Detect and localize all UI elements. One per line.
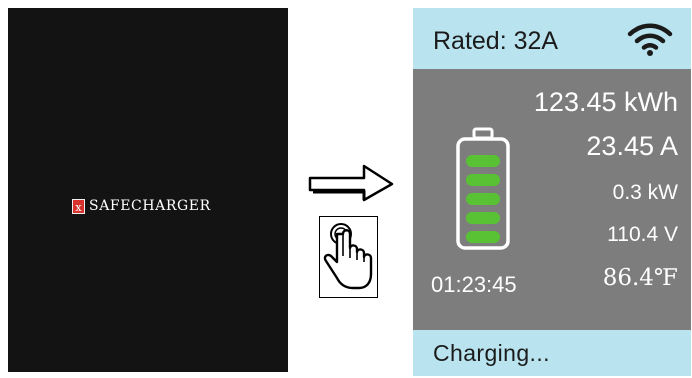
rated-current: Rated: 32A bbox=[433, 27, 559, 55]
battery-bar bbox=[466, 193, 500, 205]
current-reading: 23.45 A bbox=[586, 131, 678, 161]
elapsed-timer: 01:23:45 bbox=[431, 272, 517, 297]
battery-bars bbox=[466, 155, 500, 243]
voltage-reading: 110.4 V bbox=[607, 223, 678, 246]
brand-name: SAFECHARGER bbox=[89, 198, 211, 214]
battery-icon bbox=[456, 127, 510, 250]
brand-logo: x bbox=[72, 198, 85, 214]
readings-panel: 123.45 kWh 23.45 A 0.3 kW 110.4 V 86.4℉ … bbox=[413, 69, 691, 330]
splash-screen: x SAFECHARGER bbox=[8, 8, 288, 372]
brand: x SAFECHARGER bbox=[72, 198, 211, 214]
charging-screen: Rated: 32A 123.45 kWh 23.45 A 0.3 kW 110… bbox=[413, 8, 691, 376]
wifi-icon bbox=[627, 23, 673, 56]
temperature-reading: 86.4℉ bbox=[602, 265, 678, 291]
battery-bar bbox=[466, 155, 500, 167]
right-arrow-icon bbox=[308, 164, 394, 202]
battery-bar bbox=[466, 231, 500, 243]
battery-bar bbox=[466, 212, 500, 224]
status-bar: Charging... bbox=[413, 330, 691, 376]
charging-status: Charging... bbox=[433, 340, 550, 366]
energy-reading: 123.45 kWh bbox=[533, 87, 678, 117]
tap-hand-icon bbox=[319, 216, 378, 298]
header-bar: Rated: 32A bbox=[413, 8, 691, 69]
power-reading: 0.3 kW bbox=[612, 181, 678, 204]
battery-bar bbox=[466, 174, 500, 186]
